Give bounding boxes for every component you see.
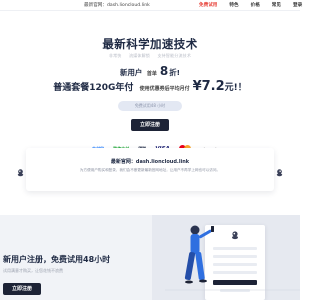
person-illustration	[165, 225, 300, 291]
promo2-plan: 普通套餐120G年付	[53, 83, 134, 93]
promo-plan: 普通套餐120G年付 使用优惠券后平均月付 ¥7.2元!！	[0, 79, 300, 94]
promo2-price: ¥7.2	[192, 79, 225, 94]
astronaut-icon	[276, 169, 283, 177]
notice-description: 为方便用户购买和登录，我们会不断更新最新官网地址，让用户不再学上网也可以访问。	[79, 168, 221, 172]
nav-item-login[interactable]: 登录	[293, 2, 302, 8]
promo2-suffix: 元!！	[224, 83, 247, 93]
hero-title: 最新科学加速技术	[102, 37, 198, 51]
top-nav: 最新官网：dash.lioncloud.link 免费试用 特色 价格 常见 登录	[0, 0, 302, 11]
nav-menu: 免费试用 特色 价格 常见 登录	[199, 2, 314, 8]
nav-item-features[interactable]: 特色	[229, 2, 238, 8]
hero-sub-item: 非常快	[108, 53, 122, 58]
hero-sub-item: 支持智能分流技术	[157, 53, 192, 58]
register-section-title: 新用户注册，免费试用48小时	[3, 255, 111, 264]
trial-badge: 免费试用48 小时	[118, 101, 182, 111]
register-button[interactable]: 立即注册	[131, 119, 169, 131]
astronaut-icon	[17, 169, 24, 177]
promo-new-user: 新用户 首单 8折!	[0, 64, 300, 78]
register-section-button[interactable]: 立即注册	[3, 283, 41, 295]
payment-methods: 支付宝 微信支付 银联 VISA mastercard	[92, 138, 220, 152]
nav-site-url[interactable]: 最新官网：dash.lioncloud.link	[84, 2, 150, 8]
register-section-subtitle: 试用满意才购买，让您花钱不浪费	[3, 268, 63, 273]
official-site-notice: 最新官网：dash.lioncloud.link 为方便用户购买和登录，我们会不…	[17, 148, 283, 191]
promo2-note: 使用优惠券后平均月付	[139, 86, 190, 92]
hero-sub-item: 流媒体解锁	[129, 53, 150, 58]
promo1-discount: 8	[159, 64, 169, 78]
promo1-mid: 首单	[146, 71, 157, 77]
nav-item-pricing[interactable]: 价格	[251, 2, 260, 8]
nav-item-free-trial[interactable]: 免费试用	[199, 2, 217, 8]
promo1-prefix: 新用户	[120, 68, 143, 77]
hero-subtitle: 非常快 流媒体解锁 支持智能分流技术	[0, 53, 300, 59]
promo1-suffix: 折!	[169, 68, 180, 77]
notice-title: 最新官网：dash.lioncloud.link	[110, 159, 190, 165]
nav-item-faq[interactable]: 常见	[272, 2, 281, 8]
